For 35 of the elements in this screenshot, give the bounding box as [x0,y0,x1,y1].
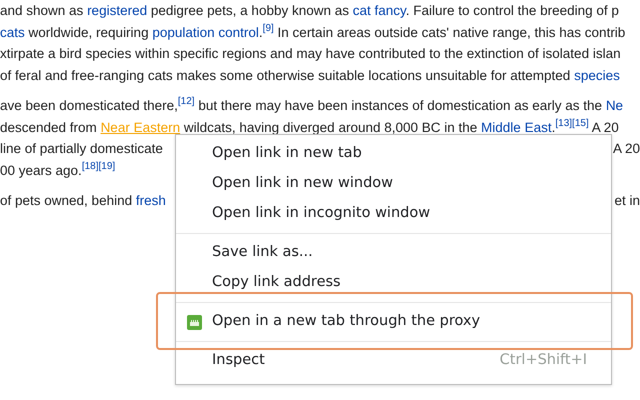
article-link[interactable]: Middle East [481,120,552,134]
article-text: but there may have been instances of domestication as early as the [197,98,604,113]
article-link[interactable]: fresh [136,193,166,208]
article-link[interactable]: Ne [606,98,624,113]
article-text: worldwide, requiring [28,24,150,40]
article-text: xtirpate a bird species within specific regions and may have contributed to the extinction of isolated islan [0,46,621,61]
reference-link[interactable]: [12] [178,95,195,109]
article-text: line of partially domesticate [0,141,163,156]
article-text: et in [614,193,640,208]
menu-item[interactable]: Inspect Ctrl+Shift+I [176,346,611,376]
article-text: In certain areas outside cats' native range, this has contrib [276,24,626,40]
reference-link[interactable]: [18][19] [82,160,116,174]
menu-item[interactable]: Open link in incognito window [176,199,611,229]
article-text: descended from [0,120,98,134]
article-text: and shown as [0,3,84,18]
menu-item[interactable]: Open link in new tab [176,139,611,169]
article-text: 00 years ago. [0,162,82,178]
article-text: of feral and free-ranging cats makes some otherwise suitable locations unsuitable for attempted [0,68,572,82]
article-text: of pets owned, behind [0,193,134,208]
article-link[interactable]: population control [152,24,259,40]
article-text: pedigree pets, a hobby known as [150,3,350,18]
article-text: wildcats, having diverged around 8,000 BC in the [182,120,478,134]
menu-item[interactable]: Save link as... [176,238,611,268]
article-text: ave been domesticated there, [0,98,178,113]
article-text: A 20 [612,141,640,156]
shortcut-text: Ctrl+Shift+I [500,351,587,370]
menu-item[interactable]: Open in a new tab through the proxy [176,307,611,337]
article-link[interactable]: cats [0,24,25,40]
article-text: . Failure to control the breeding of p [406,3,619,18]
menu-item[interactable]: Open link in new window [176,169,611,199]
article-link[interactable]: species [574,68,620,82]
article-text: A 20 [590,120,619,134]
menu-item[interactable]: Copy link address [176,268,611,298]
article-link[interactable]: registered [87,3,148,18]
article-link[interactable]: cat fancy [352,3,406,18]
